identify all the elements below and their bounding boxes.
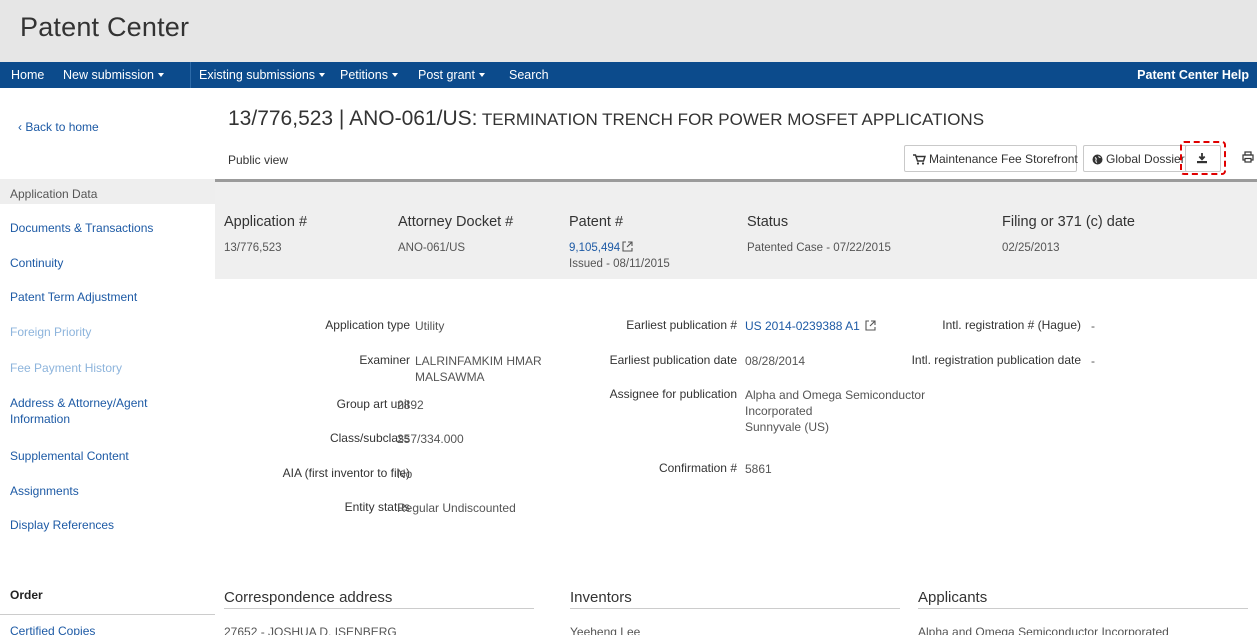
application-type-label: Application type [325,318,410,332]
nav-search[interactable]: Search [509,68,549,82]
nav-divider [190,62,191,88]
caret-down-icon [158,72,165,77]
applicants-heading: Applicants [918,589,988,606]
earliest-publication-label: Earliest publication # [626,318,737,332]
inventor-name: Yeeheng Lee [570,625,641,635]
intl-publication-date-value: - [1091,354,1095,368]
print-icon [1241,151,1254,163]
nav-post-grant[interactable]: Post grant [418,68,485,82]
docket-label: Attorney Docket # [398,214,514,230]
sidebar-divider [0,614,215,615]
nav-petitions[interactable]: Petitions [340,68,398,82]
sidebar-item-display-references[interactable]: Display References [10,517,190,533]
maintenance-fee-storefront-button[interactable]: Maintenance Fee Storefront [904,145,1078,172]
globe-icon [1092,154,1103,165]
sidebar: ‹ Back to home Application Data Document… [0,88,215,635]
print-button[interactable] [1237,145,1257,172]
download-highlight-box [1180,141,1226,175]
external-link-icon [865,320,876,331]
sidebar-item-assignments[interactable]: Assignments [10,483,190,499]
nav-new-submission[interactable]: New submission [63,68,165,82]
applicants-divider [918,608,1248,609]
main-header: 13/776,523 | ANO-061/US: TERMINATION TRE… [215,88,1257,180]
back-to-home-link[interactable]: ‹ Back to home [18,120,99,134]
summary-status: Status Patented Case - 07/22/2015 [747,214,891,256]
intl-publication-date-label: Intl. registration publication date [911,353,1081,367]
sidebar-item-patent-term-adjustment[interactable]: Patent Term Adjustment [10,289,190,305]
app-title[interactable]: Patent Center [20,12,189,43]
assignee-value: Alpha and Omega Semiconductor Incorporate… [745,388,926,434]
correspondence-heading: Correspondence address [224,589,393,606]
examiner-label: Examiner [359,353,410,367]
sidebar-item-continuity[interactable]: Continuity [10,255,190,271]
patent-issued-date: Issued - 08/11/2015 [569,258,670,270]
nav-existing-submissions[interactable]: Existing submissions [199,68,326,82]
application-type-value: Utility [415,319,445,333]
sidebar-item-address-attorney[interactable]: Address & Attorney/Agent Information [10,395,185,427]
sidebar-item-certified-copies[interactable]: Certified Copies [10,623,190,635]
external-link-icon [622,241,633,252]
summary-patent: Patent # 9,105,494 Issued - 08/11/2015 [569,214,670,272]
sidebar-item-supplemental-content[interactable]: Supplemental Content [10,448,190,464]
caret-down-icon [478,72,485,77]
entity-status-value: Regular Undiscounted [397,501,516,515]
filing-date-label: Filing or 371 (c) date [1002,214,1135,230]
correspondence-divider [224,608,534,609]
confirmation-value: 5861 [745,462,772,476]
applicant-name: Alpha and Omega Semiconductor Incorporat… [918,625,1169,635]
assignee-label: Assignee for publication [609,387,737,401]
sidebar-order-heading: Order [10,588,43,602]
summary-filing-date: Filing or 371 (c) date 02/25/2013 [1002,214,1135,256]
main-navbar: Home New submission Existing submissions… [0,62,1257,88]
nav-home[interactable]: Home [11,68,44,82]
sidebar-item-application-data[interactable]: Application Data [10,186,190,202]
inventors-heading: Inventors [570,589,632,606]
earliest-publication-date-label: Earliest publication date [609,353,737,367]
filing-date-value: 02/25/2013 [1002,242,1060,254]
public-view-label: Public view [228,153,289,167]
sidebar-item-documents[interactable]: Documents & Transactions [10,220,190,236]
sidebar-item-fee-payment-history[interactable]: Fee Payment History [10,360,190,376]
summary-application: Application # 13/776,523 [224,214,307,256]
earliest-publication-date-value: 08/28/2014 [745,354,806,368]
aia-value: No [397,467,413,481]
inventors-divider [570,608,900,609]
examiner-value: LALRINFAMKIM HMAR MALSAWMA [415,354,542,384]
page-title: 13/776,523 | ANO-061/US: TERMINATION TRE… [228,107,985,130]
brand-bar: Patent Center [0,0,1257,62]
cart-icon [913,154,926,165]
patent-number-link[interactable]: 9,105,494 [569,240,670,256]
intl-registration-label: Intl. registration # (Hague) [942,318,1081,332]
group-art-unit-value: 2892 [397,398,424,412]
summary-band: Application # 13/776,523 Attorney Docket… [215,182,1257,279]
class-subclass-value: 257/334.000 [397,432,464,446]
correspondence-value: 27652 - JOSHUA D. ISENBERG [224,625,397,635]
patent-number-label: Patent # [569,214,624,230]
nav-help[interactable]: Patent Center Help [1137,68,1249,82]
aia-label: AIA (first inventor to file) [282,466,410,480]
sidebar-item-foreign-priority[interactable]: Foreign Priority [10,324,190,340]
docket-value: ANO-061/US [398,242,466,254]
application-details: Application type Utility Examiner LALRIN… [215,279,1257,579]
application-number-label: Application # [224,214,308,230]
caret-down-icon [391,72,398,77]
summary-docket: Attorney Docket # ANO-061/US [398,214,513,256]
caret-down-icon [319,72,326,77]
status-value: Patented Case - 07/22/2015 [747,242,891,254]
earliest-publication-link[interactable]: US 2014-0239388 A1 [745,318,876,334]
status-label: Status [747,214,789,230]
intl-registration-value: - [1091,319,1095,333]
confirmation-label: Confirmation # [658,461,737,475]
application-number-value: 13/776,523 [224,242,282,254]
